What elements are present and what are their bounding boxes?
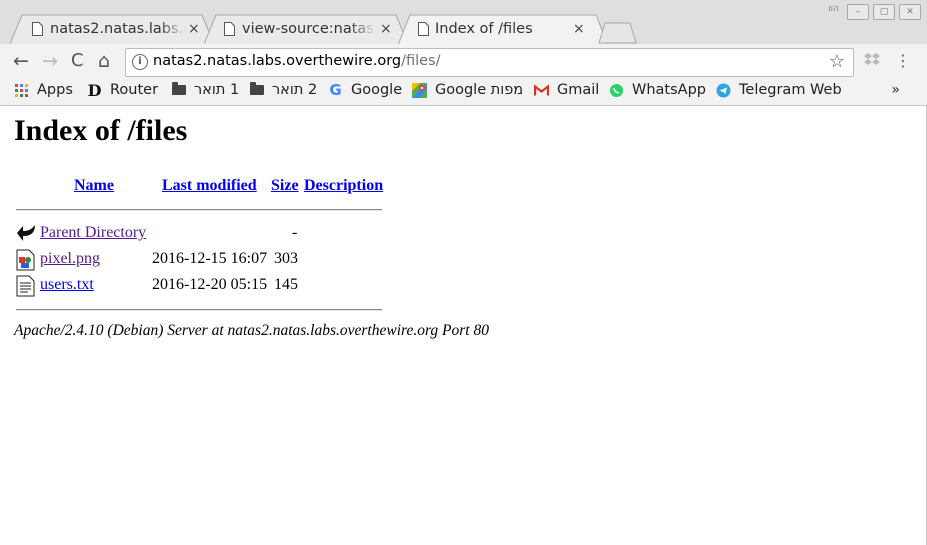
tab-index-of-files[interactable]: Index of /files × bbox=[398, 14, 608, 45]
image-file-icon bbox=[16, 249, 35, 271]
bookmark-star-icon[interactable]: ☆ bbox=[829, 51, 845, 72]
profile-badge[interactable]: הוו bbox=[828, 4, 839, 14]
bookmark-label: 2 תואר bbox=[272, 82, 318, 98]
last-modified: 2016-12-20 05:15 bbox=[152, 276, 268, 293]
bookmark-label: Google bbox=[351, 82, 403, 98]
bookmark-telegram[interactable]: Telegram Web bbox=[716, 82, 842, 98]
close-tab-icon[interactable]: × bbox=[380, 21, 392, 37]
chrome-menu-icon[interactable]: ⋮ bbox=[895, 51, 911, 71]
bookmark-gmail[interactable]: Gmail bbox=[534, 82, 599, 98]
divider bbox=[16, 209, 382, 211]
bookmark-google-maps[interactable]: Google מפות bbox=[412, 82, 523, 98]
toolbar: ← → C ⌂ i natas2.natas.labs.overthewire.… bbox=[0, 44, 927, 80]
forward-button[interactable]: → bbox=[42, 50, 58, 72]
whatsapp-icon bbox=[610, 83, 623, 97]
close-window-button[interactable]: ✕ bbox=[899, 4, 921, 20]
more-bookmarks-button[interactable]: » bbox=[891, 82, 900, 98]
bookmark-whatsapp[interactable]: WhatsApp bbox=[609, 82, 706, 98]
bookmark-folder-2[interactable]: 2 תואר bbox=[249, 82, 317, 98]
close-tab-icon[interactable]: × bbox=[573, 21, 585, 37]
tab-strip: הוו – ▢ ✕ natas2.natas.labs.o × view-sou… bbox=[0, 0, 927, 45]
reload-button[interactable]: C bbox=[71, 50, 84, 72]
back-arrow-icon bbox=[17, 225, 35, 241]
bookmark-label: Gmail bbox=[557, 82, 600, 98]
parent-directory-link[interactable]: Parent Directory bbox=[40, 224, 146, 242]
folder-icon bbox=[171, 82, 186, 98]
document-icon bbox=[418, 22, 429, 36]
file-link-pixel-png[interactable]: pixel.png bbox=[40, 250, 100, 268]
url-host: natas2.natas.labs.overthewire.org bbox=[153, 53, 402, 69]
divider bbox=[16, 309, 382, 311]
maps-pin-icon bbox=[412, 82, 427, 98]
table-row: users.txt 2016-12-20 05:15 145 bbox=[16, 274, 316, 298]
file-size: - bbox=[292, 224, 298, 241]
document-icon bbox=[224, 22, 235, 36]
gmail-m-icon bbox=[534, 83, 549, 95]
new-tab-button[interactable] bbox=[598, 22, 638, 44]
document-icon bbox=[32, 22, 43, 36]
d-logo-icon: D bbox=[87, 80, 102, 100]
table-row: pixel.png 2016-12-15 16:07 303 bbox=[16, 248, 316, 272]
dropbox-extension-icon[interactable] bbox=[864, 52, 880, 66]
site-info-icon[interactable]: i bbox=[132, 54, 148, 70]
server-signature: Apache/2.4.10 (Debian) Server at natas2.… bbox=[14, 322, 489, 339]
url-text[interactable]: natas2.natas.labs.overthewire.org/files/ bbox=[153, 53, 441, 69]
table-row: Parent Directory - bbox=[16, 222, 316, 246]
file-size: 303 bbox=[274, 250, 298, 267]
window-controls: – ▢ ✕ bbox=[847, 4, 921, 20]
bookmark-label: Telegram Web bbox=[739, 82, 842, 98]
bookmarks-bar: Apps D Router 1 תואר 2 תואר G Google Goo… bbox=[0, 80, 927, 106]
google-g-icon: G bbox=[329, 81, 342, 99]
close-tab-icon[interactable]: × bbox=[188, 21, 200, 37]
bookmark-google[interactable]: G Google bbox=[328, 81, 403, 99]
home-button[interactable]: ⌂ bbox=[98, 50, 110, 72]
bookmark-label: Apps bbox=[37, 82, 73, 98]
back-button[interactable]: ← bbox=[13, 50, 29, 72]
minimize-button[interactable]: – bbox=[847, 4, 869, 20]
apps-grid-icon bbox=[15, 83, 28, 97]
page-content: Index of /files Name Last modified Size … bbox=[0, 106, 927, 545]
file-link-users-txt[interactable]: users.txt bbox=[40, 276, 94, 294]
telegram-icon bbox=[716, 83, 731, 97]
tab-title: Index of /files bbox=[435, 21, 533, 37]
tab-natas2[interactable]: natas2.natas.labs.o × bbox=[10, 14, 214, 44]
tab-title: view-source:natas2 bbox=[242, 21, 376, 37]
sort-by-name-link[interactable]: Name bbox=[74, 177, 114, 195]
bookmark-router[interactable]: D Router bbox=[87, 80, 159, 100]
folder-icon bbox=[249, 82, 264, 98]
sort-by-last-modified-link[interactable]: Last modified bbox=[162, 177, 257, 195]
file-size: 145 bbox=[274, 276, 298, 293]
last-modified: 2016-12-15 16:07 bbox=[152, 250, 268, 267]
text-file-icon bbox=[16, 275, 35, 297]
bookmark-label: Google מפות bbox=[435, 82, 524, 98]
tab-view-source[interactable]: view-source:natas2 × bbox=[204, 14, 408, 44]
page-title: Index of /files bbox=[14, 114, 188, 147]
bookmark-label: 1 תואר bbox=[194, 82, 240, 98]
sort-by-description-link[interactable]: Description bbox=[304, 177, 383, 195]
bookmark-folder-1[interactable]: 1 תואר bbox=[171, 82, 239, 98]
sort-by-size-link[interactable]: Size bbox=[271, 177, 299, 195]
bookmark-label: WhatsApp bbox=[632, 82, 706, 98]
url-path: /files/ bbox=[401, 53, 441, 69]
address-bar[interactable]: i natas2.natas.labs.overthewire.org/file… bbox=[125, 48, 854, 77]
tab-title: natas2.natas.labs.o bbox=[50, 21, 186, 37]
bookmark-apps[interactable]: Apps bbox=[14, 82, 73, 98]
bookmark-label: Router bbox=[110, 82, 159, 98]
maximize-button[interactable]: ▢ bbox=[873, 4, 895, 20]
